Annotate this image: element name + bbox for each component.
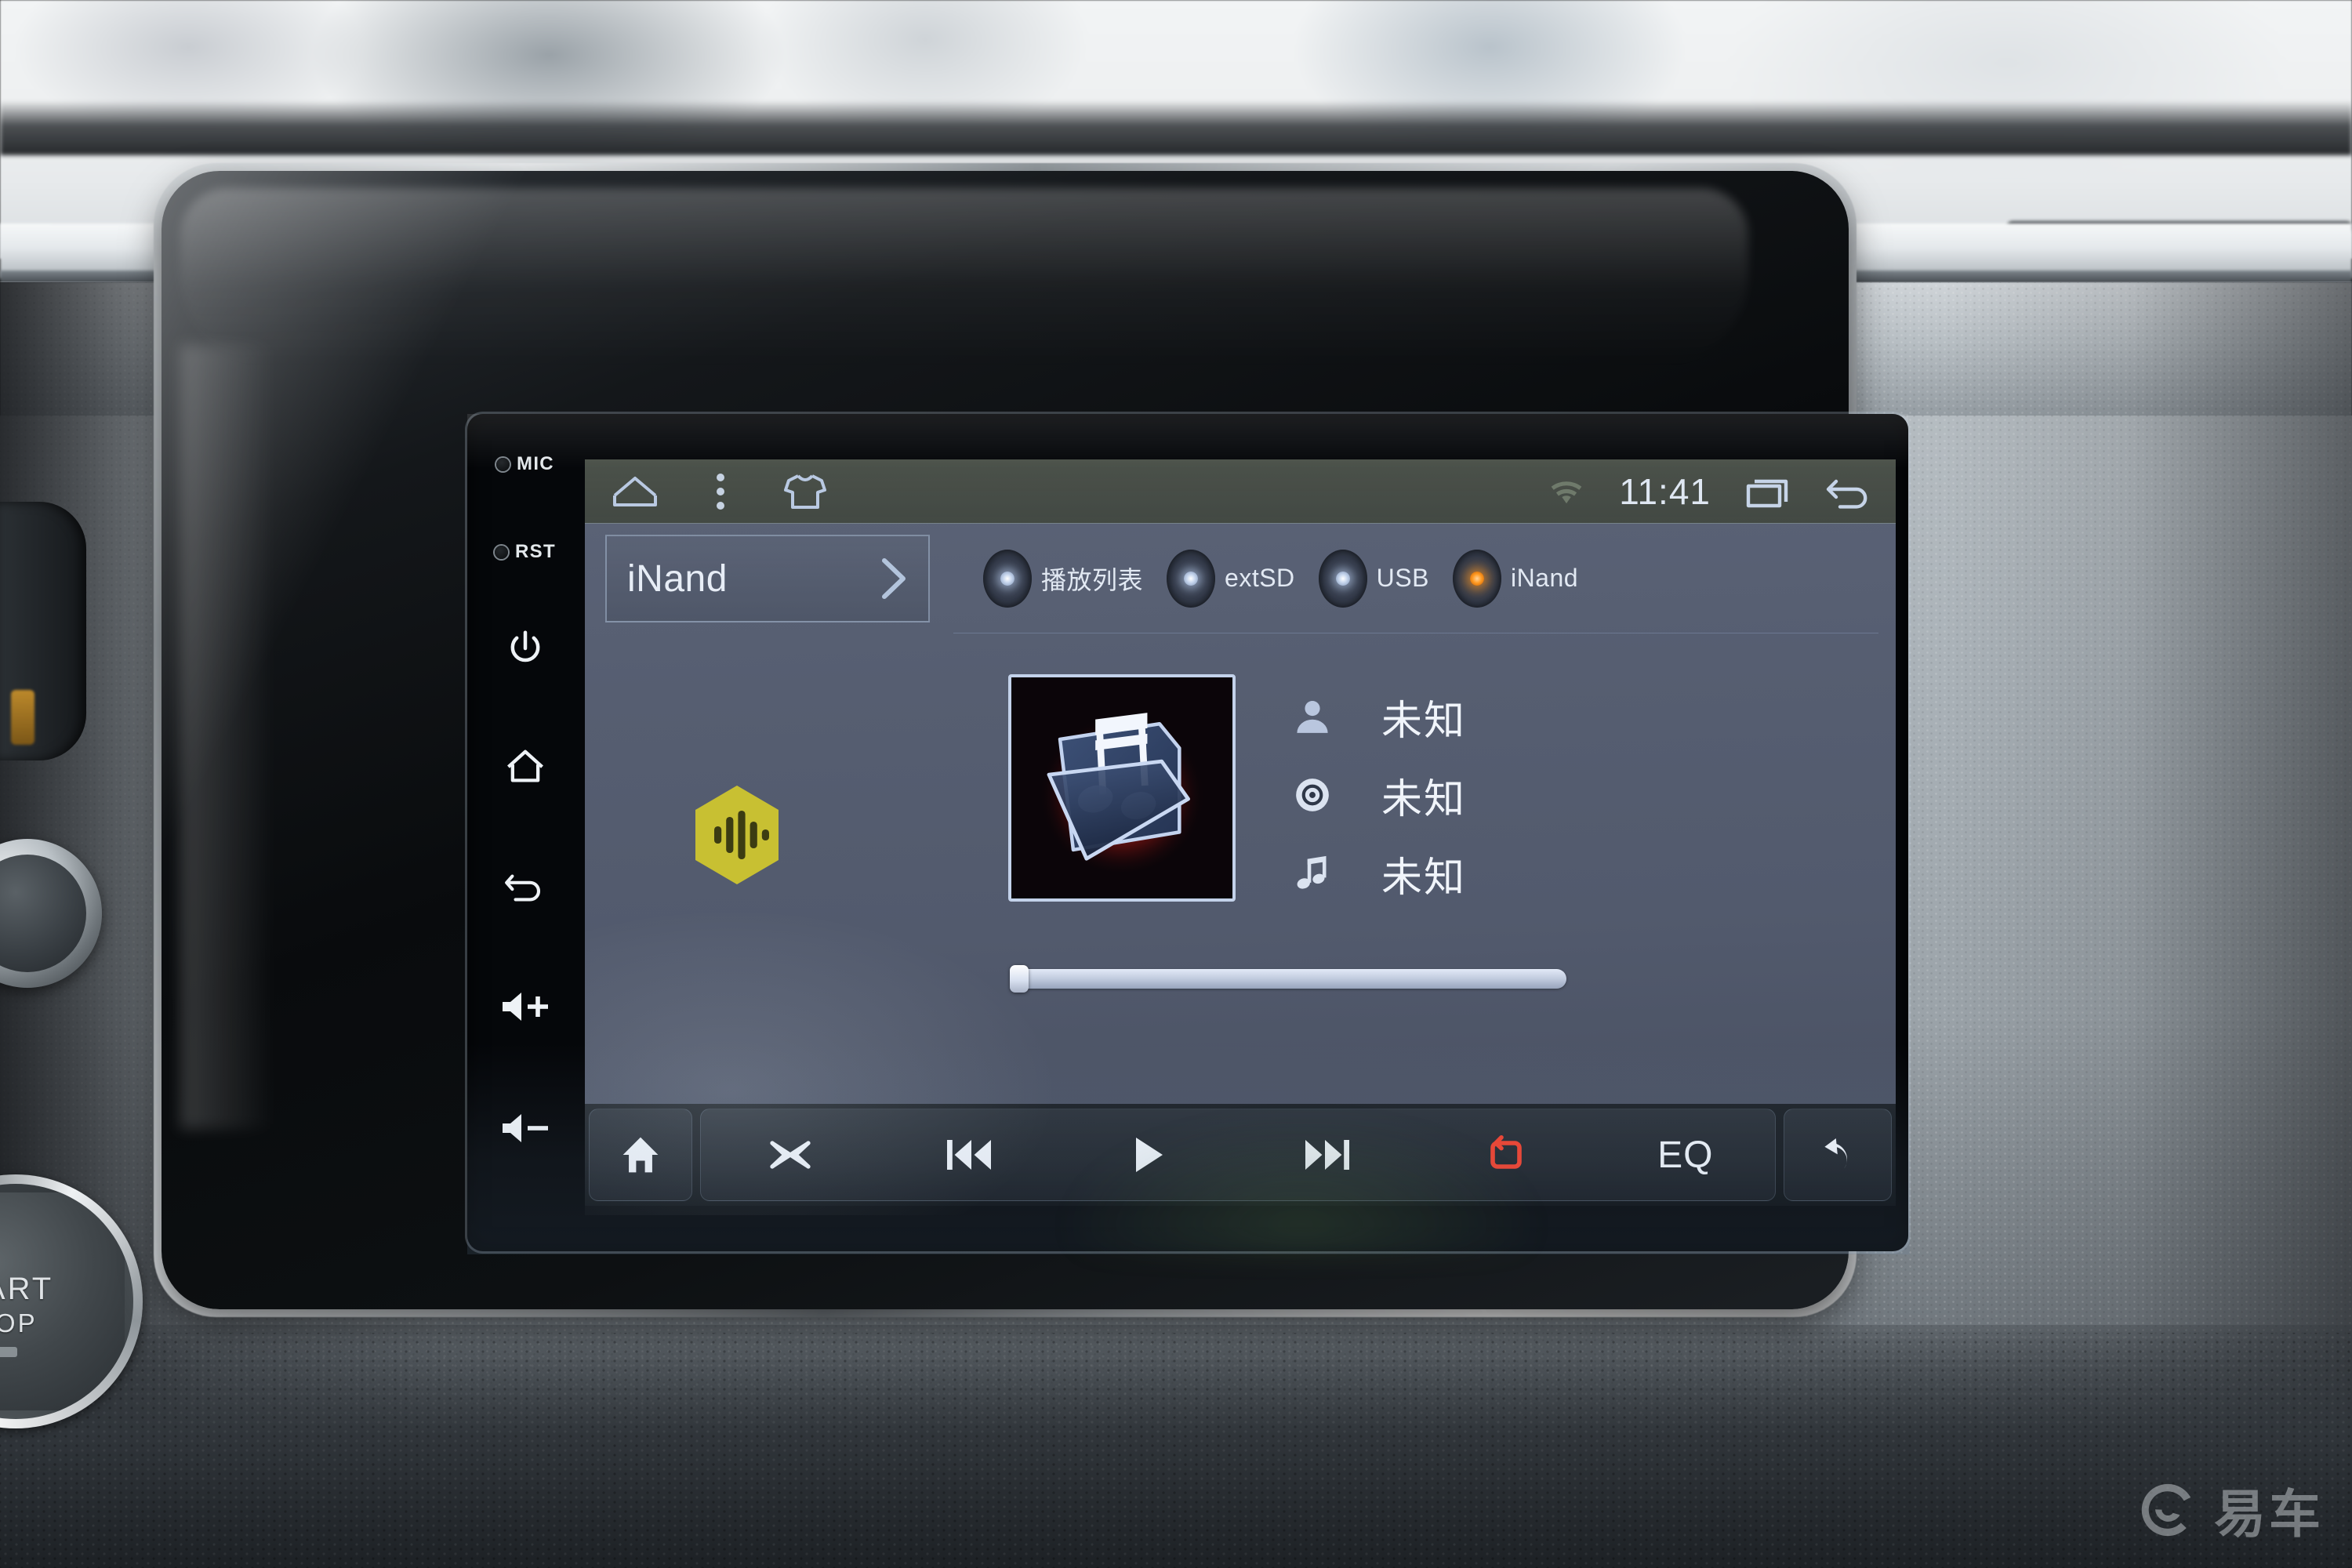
start-stop-indicator (0, 1347, 17, 1357)
usb-led-icon (1318, 549, 1367, 608)
playlist-led-icon (983, 549, 1032, 608)
eq-label: EQ (1657, 1134, 1714, 1176)
metadata-row-artist: 未知 (1290, 677, 1730, 756)
artist-person-icon (1290, 697, 1334, 736)
back-arrow-icon[interactable] (1825, 474, 1872, 510)
artist-name: 未知 (1381, 698, 1467, 744)
reset-led[interactable]: RST (470, 541, 580, 563)
track-title: 未知 (1381, 855, 1467, 901)
source-tab-usb[interactable]: USB (1318, 549, 1429, 608)
power-button[interactable] (470, 627, 580, 670)
track-metadata: 未知 未知 未知 (1290, 677, 1730, 913)
source-tab-label: USB (1376, 564, 1429, 592)
source-tab-extsd[interactable]: extSD (1167, 549, 1295, 608)
source-tab-inand[interactable]: iNand (1452, 549, 1579, 608)
equalizer-badge-icon (695, 786, 779, 884)
metadata-row-album: 未知 (1290, 756, 1730, 834)
recents-icon[interactable] (1745, 474, 1791, 510)
shuffle-button[interactable] (701, 1109, 880, 1200)
music-note-icon (1290, 854, 1334, 893)
inand-led-icon (1452, 549, 1501, 608)
current-source-label: iNand (627, 557, 728, 600)
dashboard-lower-texture (0, 1333, 2352, 1568)
mic-led: MIC (470, 453, 580, 475)
back-curved-arrow-icon (1824, 1138, 1847, 1169)
repeat-icon (1490, 1135, 1523, 1169)
transport-back-button[interactable] (1784, 1109, 1891, 1200)
housing-gloss-top (180, 188, 1748, 368)
watermark-text: 易车 (2214, 1485, 2324, 1543)
power-icon (510, 630, 540, 662)
album-name: 未知 (1381, 776, 1467, 822)
hardware-key-strip: MIC RST (470, 439, 580, 1223)
start-stop-label: START STOP (0, 1272, 88, 1338)
eq-button[interactable]: EQ (1596, 1109, 1775, 1200)
status-bar-clock: 11:41 (1619, 471, 1711, 512)
home-icon (507, 750, 543, 782)
previous-track-button[interactable] (880, 1109, 1058, 1200)
home-button[interactable] (470, 745, 580, 786)
mic-led-dot (496, 457, 510, 471)
volume-down-button[interactable] (470, 1109, 580, 1147)
stop-label: STOP (0, 1308, 38, 1338)
android-status-bar: 11:41 (585, 459, 1896, 524)
transport-main-panel: EQ (700, 1109, 1776, 1201)
back-icon (505, 874, 540, 902)
album-artwork[interactable] (1008, 674, 1236, 902)
back-button[interactable] (470, 866, 580, 906)
infotainment-screen[interactable]: 11:41 iNand 播放列表 extSD USB iNand 未知 未知 未… (585, 459, 1896, 1206)
vent-accent (11, 690, 34, 745)
playback-progress[interactable] (1007, 963, 1571, 994)
music-folder-artwork-icon (1011, 677, 1232, 898)
housing-gloss-left (180, 345, 274, 1129)
home-icon (622, 1137, 659, 1173)
wifi-icon (1551, 481, 1582, 504)
home-icon[interactable] (612, 474, 659, 510)
play-icon (1135, 1138, 1163, 1172)
windshield-shade-band (0, 102, 2352, 155)
progress-track[interactable] (1018, 969, 1566, 989)
source-selector-row: iNand 播放列表 extSD USB iNand (585, 524, 1896, 633)
transport-home-panel (589, 1109, 692, 1201)
progress-thumb[interactable] (1010, 965, 1029, 993)
start-label: START (0, 1272, 54, 1306)
status-bar-right-group: 11:41 (1548, 459, 1872, 524)
photo-scene: START STOP MIC RST (0, 0, 2352, 1568)
play-button[interactable] (1059, 1109, 1238, 1200)
equalizer-badge[interactable] (691, 784, 783, 886)
chevron-right-icon[interactable] (877, 554, 911, 603)
repeat-button[interactable] (1417, 1109, 1595, 1200)
source-tab-playlist[interactable]: 播放列表 (983, 549, 1144, 608)
extsd-led-icon (1167, 549, 1216, 608)
watermark: 易车 (2137, 1472, 2324, 1548)
source-tab-label: iNand (1510, 564, 1579, 592)
yiche-logo-icon (2141, 1483, 2191, 1537)
mic-led-label: MIC (517, 453, 554, 474)
volume-up-icon (503, 993, 548, 1021)
transport-bar: EQ (585, 1104, 1896, 1206)
overflow-menu-icon[interactable] (717, 474, 724, 510)
metadata-row-title: 未知 (1290, 834, 1730, 913)
volume-up-button[interactable] (470, 988, 580, 1025)
transport-back-panel (1784, 1109, 1892, 1201)
tshirt-theme-icon[interactable] (782, 471, 828, 512)
shuffle-icon (770, 1141, 811, 1169)
next-track-icon (1305, 1140, 1350, 1170)
source-tab-label: 播放列表 (1041, 565, 1144, 594)
transport-home-button[interactable] (590, 1109, 691, 1200)
source-tab-label: extSD (1225, 564, 1295, 592)
now-playing-area: 未知 未知 未知 (585, 633, 1896, 1077)
volume-down-icon (503, 1114, 548, 1142)
reset-led-dot[interactable] (495, 545, 509, 559)
current-source-box[interactable]: iNand (605, 535, 930, 622)
reset-led-label: RST (515, 541, 556, 562)
previous-track-icon (947, 1140, 992, 1170)
source-tabs: 播放列表 extSD USB iNand (953, 524, 1878, 633)
next-track-button[interactable] (1238, 1109, 1417, 1200)
status-bar-left-group (612, 459, 828, 524)
album-disc-icon (1290, 775, 1334, 815)
